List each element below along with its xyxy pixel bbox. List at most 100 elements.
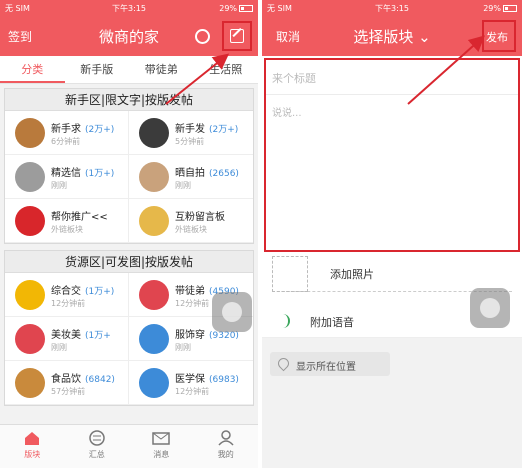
board-last-active: 刚刚 [51, 181, 67, 190]
carrier-label: 无 SIM [267, 3, 292, 13]
board-section: 新手区|限文字|按版发帖 新手求 (2万+) 6分钟前 新手发 (2万+) 5分钟前 精选信 (… [4, 88, 254, 244]
publish-button[interactable]: 发布 [482, 20, 516, 52]
carrier-label: 无 SIM [5, 3, 30, 13]
board-avatar [15, 368, 45, 398]
board-title: 新手求 (2万+) [51, 120, 114, 135]
board-item[interactable]: 晒自拍 (2656) 刚刚 [129, 155, 253, 199]
board-avatar [139, 324, 169, 354]
clock: 下午3:15 [112, 3, 146, 13]
board-name: 医学保 [175, 374, 205, 385]
board-avatar [15, 118, 45, 148]
body-input[interactable] [272, 104, 512, 244]
board-title: 医学保 (6983) [175, 370, 239, 385]
board-avatar [15, 162, 45, 192]
battery-icon [502, 4, 517, 12]
board-last-active: 12分钟前 [51, 299, 86, 308]
post-editor [264, 58, 520, 252]
add-photo-label: 添加照片 [330, 268, 374, 281]
title-input[interactable] [272, 68, 512, 88]
tabbar-label: 汇总 [88, 450, 105, 459]
board-post-count: (2万+) [209, 125, 239, 135]
board-last-active: 外链板块 [51, 225, 83, 234]
board-item[interactable]: 精选信 (1万+) 刚刚 [5, 155, 129, 199]
board-title: 精选信 (1万+) [51, 164, 114, 179]
tabbar-label: 我的 [217, 450, 234, 459]
list-icon [89, 430, 105, 446]
board-last-active: 刚刚 [51, 343, 67, 352]
battery-percent: 29% [219, 3, 238, 13]
forum-home-screen: 无 SIM 下午3:15 29% 签到 微商的家 分类 新手版 带徒弟 生活照 新手区… [0, 0, 258, 468]
board-name: 新手发 [175, 124, 205, 135]
board-item[interactable]: 美妆美 (1万+ 刚刚 [5, 317, 129, 361]
battery-indicator: 29% [434, 4, 517, 13]
board-item[interactable]: 新手发 (2万+) 5分钟前 [129, 111, 253, 155]
board-name: 新手求 [51, 124, 81, 135]
tab-1[interactable]: 新手版 [65, 56, 130, 83]
voice-icon [276, 314, 290, 328]
board-post-count: (9320) [209, 331, 239, 341]
board-item[interactable]: 互粉留言板 外链板块 [129, 199, 253, 243]
board-item[interactable]: 综合交 (1万+) 12分钟前 [5, 273, 129, 317]
board-item[interactable]: 医学保 (6983) 12分钟前 [129, 361, 253, 405]
board-last-active: 12分钟前 [175, 387, 210, 396]
search-icon[interactable] [195, 29, 210, 44]
tabbar-item-2[interactable]: 消息 [129, 425, 194, 468]
home-icon [25, 432, 40, 445]
category-tabs: 分类 新手版 带徒弟 生活照 [0, 56, 258, 84]
board-last-active: 57分钟前 [51, 387, 86, 396]
tabbar-label: 版块 [24, 450, 41, 459]
assistive-touch-button[interactable] [470, 288, 510, 328]
tab-2[interactable]: 带徒弟 [129, 56, 194, 83]
board-name: 帮你推广<< [51, 212, 108, 223]
board-title: 食品饮 (6842) [51, 370, 115, 385]
board-name: 服饰穿 [175, 330, 205, 341]
board-title: 帮你推广<< [51, 208, 112, 223]
compose-icon [230, 29, 244, 43]
board-item[interactable]: 新手求 (2万+) 6分钟前 [5, 111, 129, 155]
board-post-count: (1万+) [85, 169, 115, 179]
status-bar: 无 SIM 下午3:15 29% [0, 0, 258, 16]
board-name: 晒自拍 [175, 168, 205, 179]
board-name: 精选信 [51, 168, 81, 179]
board-post-count: (6983) [209, 375, 239, 385]
tabbar-label: 消息 [153, 450, 170, 459]
board-post-count: (2656) [209, 169, 239, 179]
battery-percent: 29% [483, 3, 501, 13]
show-location-button[interactable]: 显示所在位置 [270, 352, 390, 376]
board-name: 综合交 [51, 286, 81, 297]
tabbar-item-0[interactable]: 版块 [0, 425, 65, 468]
bottom-tab-bar: 版块 汇总 消息 我的 [0, 424, 258, 468]
add-photo-row[interactable]: 添加照片 [272, 256, 512, 292]
page-title: 微商的家 [98, 28, 159, 46]
board-title: 综合交 (1万+) [51, 282, 114, 297]
board-name: 食品饮 [51, 374, 81, 385]
board-name: 带徒弟 [175, 286, 205, 297]
board-selector-label: 选择版块 [353, 28, 414, 46]
board-title: 互粉留言板 [175, 208, 229, 223]
mail-icon [152, 432, 170, 445]
board-post-count: (1万+ [85, 331, 111, 341]
show-location-label: 显示所在位置 [296, 362, 356, 373]
board-last-active: 刚刚 [175, 343, 191, 352]
tab-0[interactable]: 分类 [0, 56, 65, 83]
board-name: 美妆美 [51, 330, 81, 341]
board-last-active: 5分钟前 [175, 137, 205, 146]
board-avatar [15, 206, 45, 236]
board-avatar [139, 162, 169, 192]
tabbar-item-3[interactable]: 我的 [194, 425, 259, 468]
board-item[interactable]: 帮你推广<< 外链板块 [5, 199, 129, 243]
board-avatar [139, 368, 169, 398]
board-item[interactable]: 食品饮 (6842) 57分钟前 [5, 361, 129, 405]
status-bar: 无 SIM 下午3:15 29% [262, 0, 522, 16]
publish-label: 发布 [486, 31, 508, 44]
assistive-touch-button[interactable] [212, 292, 252, 332]
compose-button[interactable] [222, 21, 252, 51]
new-post-screen: 无 SIM 下午3:15 29% 取消 选择版块 ⌄ 发布 添加照片 附加语音 … [262, 0, 522, 468]
board-avatar [15, 280, 45, 310]
tab-3[interactable]: 生活照 [194, 56, 259, 83]
board-last-active: 刚刚 [175, 181, 191, 190]
tabbar-item-1[interactable]: 汇总 [65, 425, 130, 468]
board-post-count: (2万+) [85, 125, 115, 135]
board-title: 晒自拍 (2656) [175, 164, 239, 179]
section-title: 新手区|限文字|按版发帖 [5, 89, 253, 111]
